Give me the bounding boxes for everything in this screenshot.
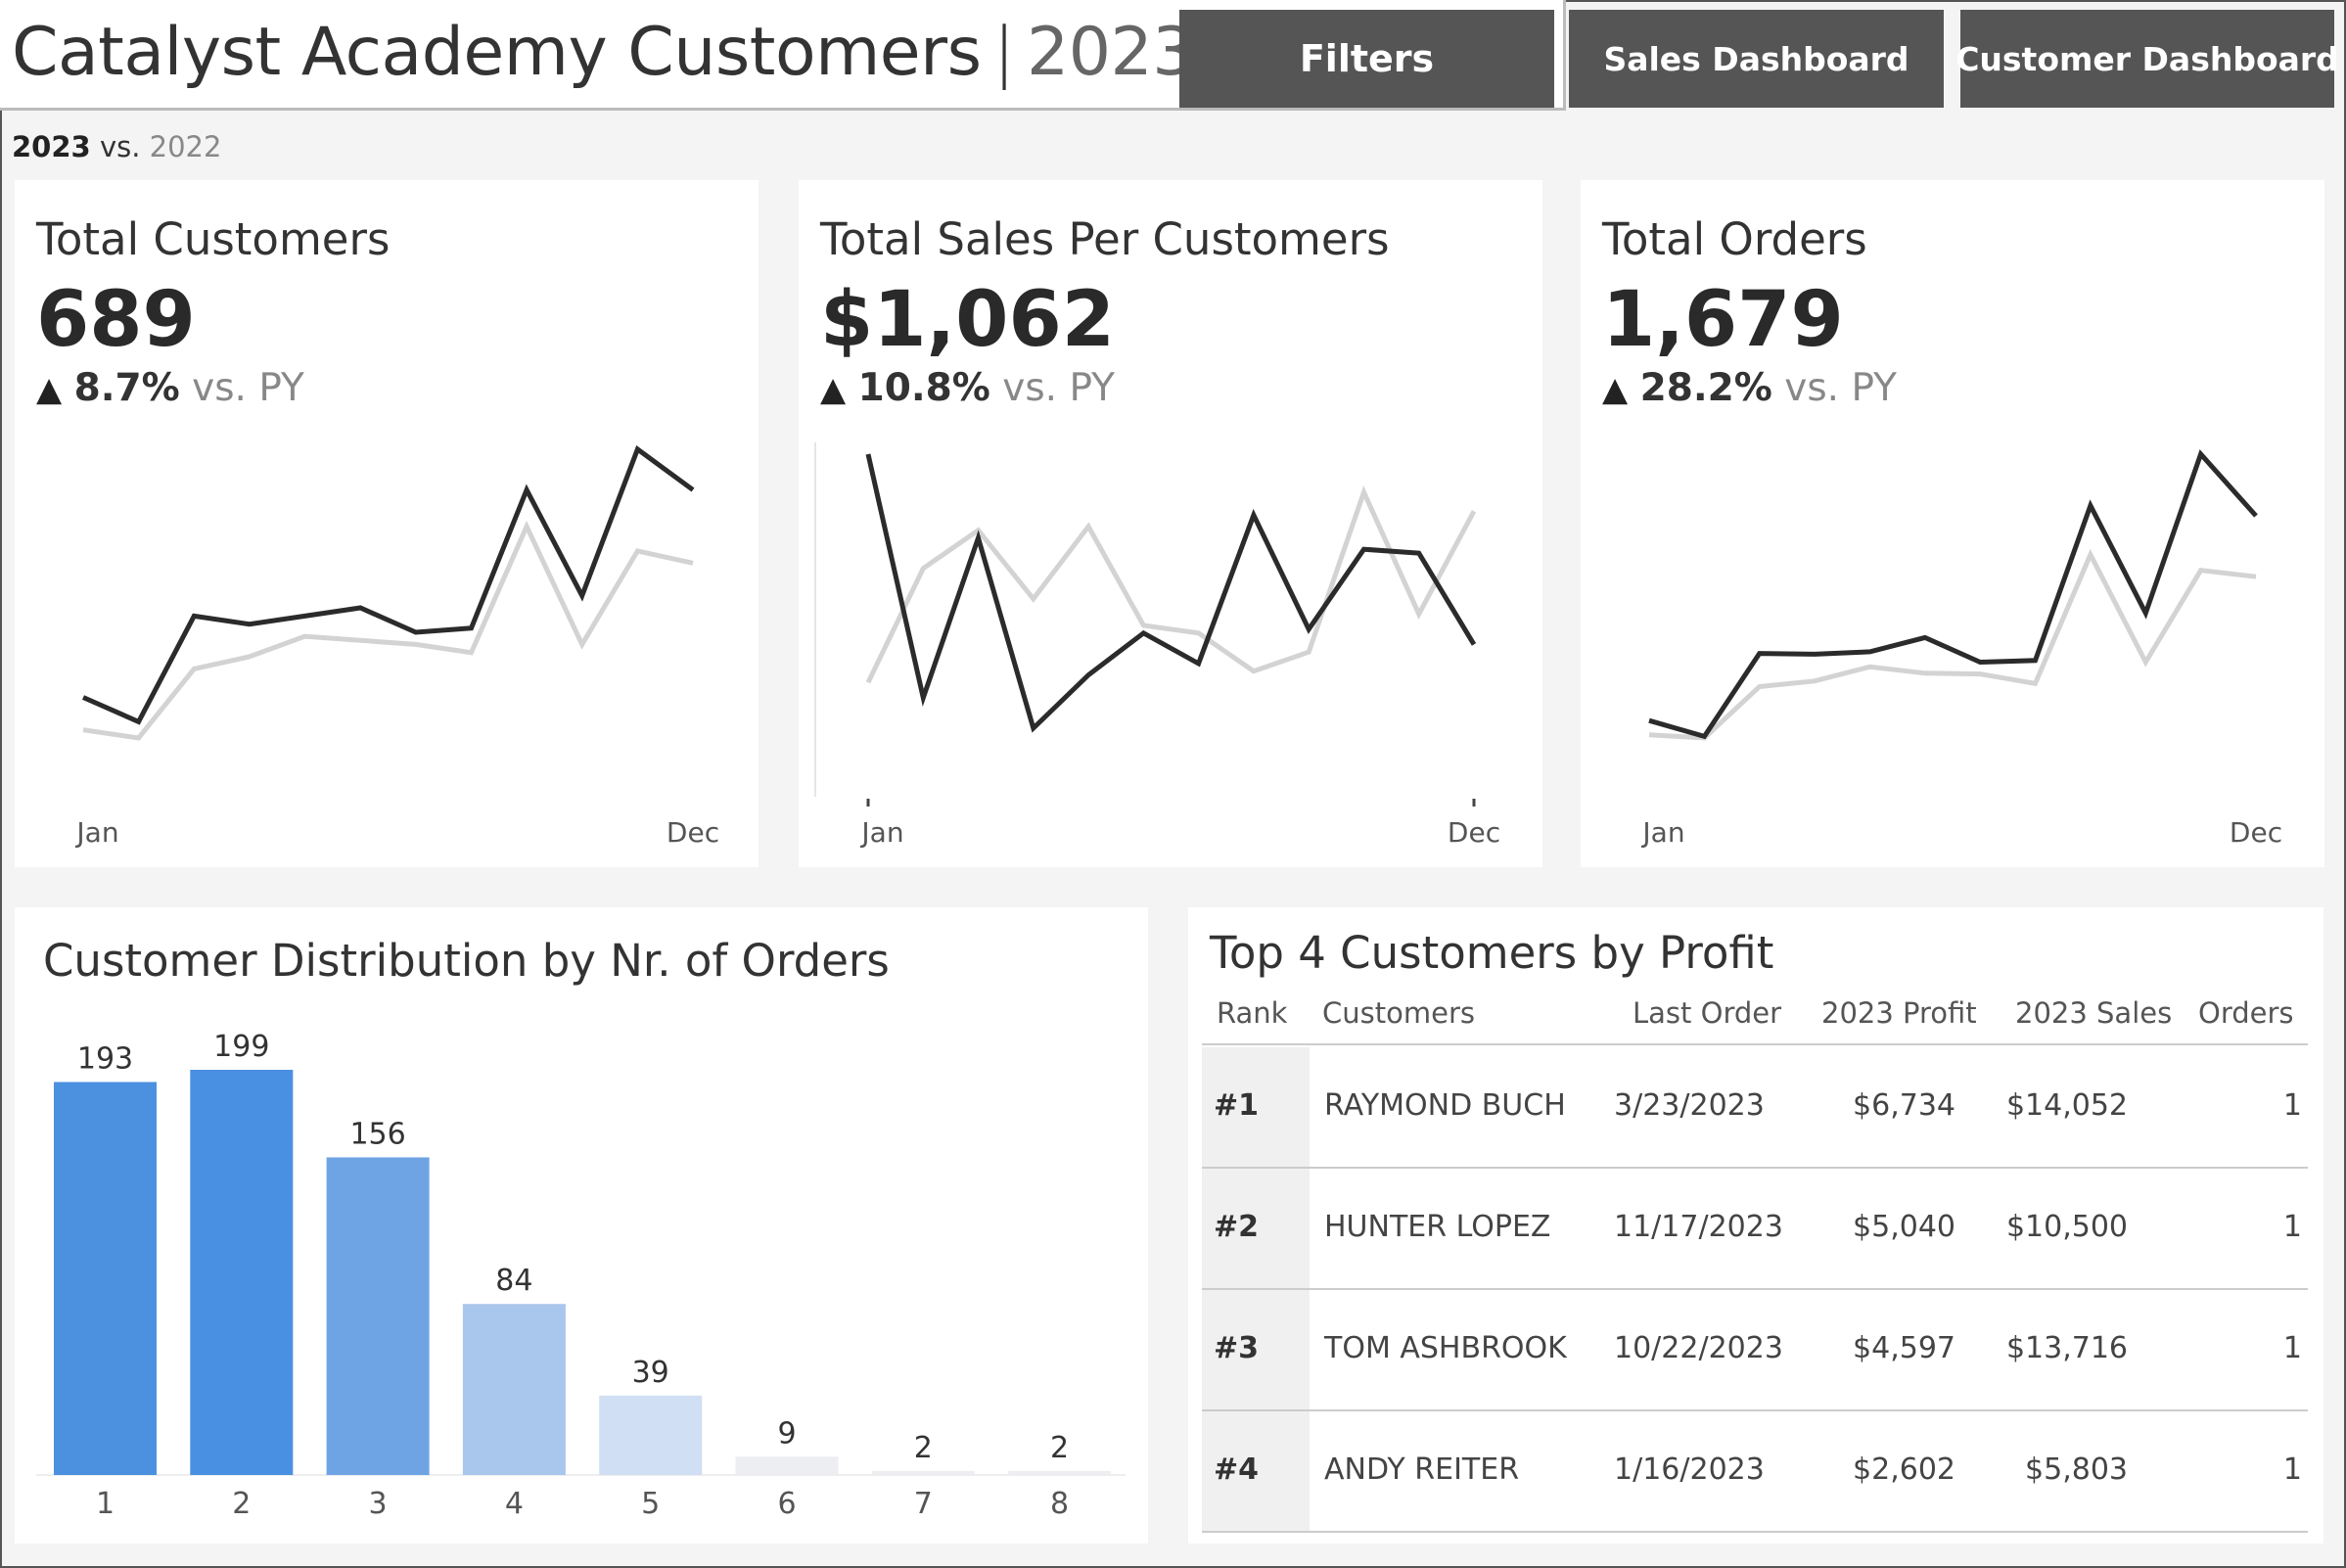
x-category-label: 6 xyxy=(777,1487,796,1521)
cell-profit: $6,734 xyxy=(1853,1088,1955,1123)
cell-profit: $4,597 xyxy=(1853,1331,1955,1365)
cell-orders: 1 xyxy=(2282,1331,2302,1365)
x-category-label: 2 xyxy=(232,1487,251,1521)
cell-sales: $13,716 xyxy=(2005,1331,2128,1365)
column-header-orders: Orders xyxy=(2198,996,2294,1030)
bar-value-label: 199 xyxy=(213,1030,269,1064)
cell-orders: 1 xyxy=(2282,1210,2302,1244)
table-row: #3 TOM ASHBROOK 10/22/2023 $4,597 $13,716 1 xyxy=(1202,1290,2308,1411)
table-row: #4 ANDY REITER 1/16/2023 $2,602 $5,803 1 xyxy=(1202,1411,2308,1533)
cell-profit: $5,040 xyxy=(1853,1210,1955,1244)
cell-last-order: 1/16/2023 xyxy=(1614,1453,1765,1487)
cell-sales: $14,052 xyxy=(2005,1088,2128,1123)
cell-sales: $5,803 xyxy=(2025,1453,2128,1487)
bar-orders-4 xyxy=(462,1304,566,1475)
cell-rank: #1 xyxy=(1214,1088,1260,1123)
table-header-divider xyxy=(1202,1043,2308,1045)
column-header-last-order: Last Order xyxy=(1633,996,1782,1030)
cell-profit: $2,602 xyxy=(1853,1453,1955,1487)
cell-customer: ANDY REITER xyxy=(1324,1453,1520,1487)
bar-value-label: 9 xyxy=(777,1416,796,1451)
cell-last-order: 10/22/2023 xyxy=(1614,1331,1783,1365)
cell-orders: 1 xyxy=(2282,1088,2302,1123)
cell-customer: HUNTER LOPEZ xyxy=(1324,1210,1551,1244)
bar-value-label: 2 xyxy=(1050,1431,1069,1465)
table-row: #2 HUNTER LOPEZ 11/17/2023 $5,040 $10,500 1 xyxy=(1202,1169,2308,1290)
cell-last-order: 11/17/2023 xyxy=(1614,1210,1783,1244)
bar-orders-3 xyxy=(326,1157,430,1475)
bar-orders-2 xyxy=(190,1070,294,1475)
cell-customer: TOM ASHBROOK xyxy=(1324,1331,1567,1365)
cell-customer: RAYMOND BUCH xyxy=(1324,1088,1566,1123)
column-header-rank: Rank xyxy=(1217,996,1288,1030)
bar-value-label: 156 xyxy=(349,1117,405,1151)
column-header-customers: Customers xyxy=(1322,996,1475,1030)
bar-value-label: 39 xyxy=(632,1356,669,1390)
column-header-profit: 2023 Profit xyxy=(1821,996,1977,1030)
bar-orders-7 xyxy=(871,1470,975,1475)
x-category-label: 8 xyxy=(1050,1487,1069,1521)
bar-value-label: 84 xyxy=(495,1264,532,1298)
cell-rank: #4 xyxy=(1214,1453,1260,1487)
cell-sales: $10,500 xyxy=(2005,1210,2128,1244)
x-category-label: 5 xyxy=(641,1487,660,1521)
cell-orders: 1 xyxy=(2282,1453,2302,1487)
bar-orders-8 xyxy=(1008,1470,1112,1475)
x-category-label: 1 xyxy=(96,1487,115,1521)
column-header-sales: 2023 Sales xyxy=(2015,996,2173,1030)
cell-rank: #2 xyxy=(1214,1210,1260,1244)
bar-orders-6 xyxy=(735,1456,839,1475)
top-customers-title: Top 4 Customers by Profit xyxy=(1210,927,1774,979)
table-row: #1 RAYMOND BUCH 3/23/2023 $6,734 $14,052 1 xyxy=(1202,1047,2308,1169)
cell-rank: #3 xyxy=(1214,1331,1260,1365)
x-category-label: 3 xyxy=(369,1487,388,1521)
bar-orders-5 xyxy=(599,1395,703,1475)
cell-last-order: 3/23/2023 xyxy=(1614,1088,1765,1123)
x-category-label: 7 xyxy=(914,1487,933,1521)
bar-value-label: 2 xyxy=(914,1431,933,1465)
bar-orders-1 xyxy=(54,1082,157,1475)
bar-value-label: 193 xyxy=(77,1041,133,1076)
x-category-label: 4 xyxy=(505,1487,524,1521)
